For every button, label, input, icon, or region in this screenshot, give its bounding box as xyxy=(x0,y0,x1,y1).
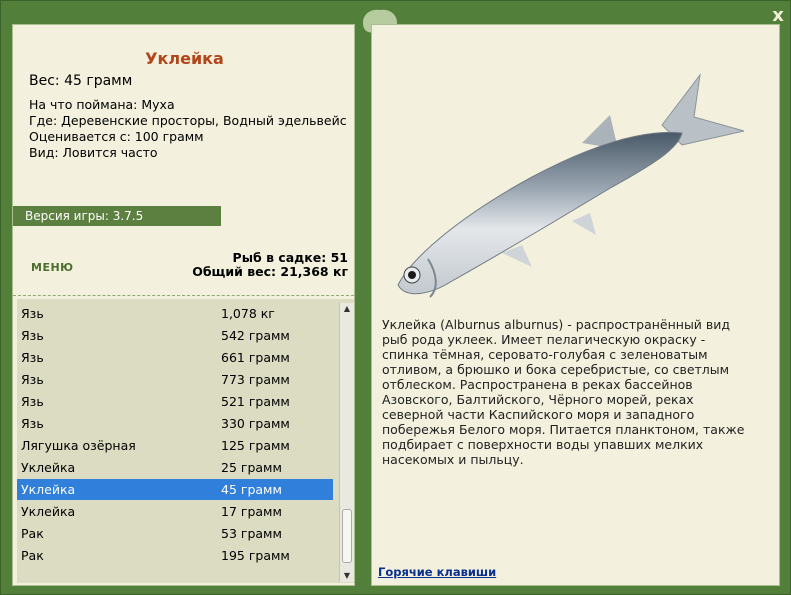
catch-list-item[interactable]: Язь 521 грамм xyxy=(17,391,333,412)
scroll-down-arrow-icon[interactable]: ▼ xyxy=(340,570,354,582)
hotkeys-link[interactable]: Горячие клавиши xyxy=(378,565,496,579)
catch-item-weight: 195 грамм xyxy=(221,548,290,563)
catch-list-item[interactable]: Язь 542 грамм xyxy=(17,325,333,346)
fish-description: Уклейка (Alburnus alburnus) - распростра… xyxy=(382,317,745,467)
scroll-thumb[interactable] xyxy=(342,509,352,563)
divider xyxy=(13,295,354,296)
catch-item-weight: 542 грамм xyxy=(221,328,290,343)
catch-list-item[interactable]: Рак 195 грамм xyxy=(17,545,333,566)
version-badge: Версия игры: 3.7.5 xyxy=(13,206,221,226)
frequency-text: Вид: Ловится часто xyxy=(29,145,158,160)
catch-item-weight: 25 грамм xyxy=(221,460,282,475)
menu-button[interactable]: МЕНЮ xyxy=(31,261,74,274)
location-text: Где: Деревенские просторы, Водный эдельв… xyxy=(29,113,347,128)
catch-item-weight: 125 грамм xyxy=(221,438,290,453)
valued-from-text: Оценивается с: 100 грамм xyxy=(29,129,204,144)
catch-item-name: Уклейка xyxy=(21,460,76,475)
catch-list-item[interactable]: Лягушка озёрная 125 грамм xyxy=(17,435,333,456)
catch-item-weight: 45 грамм xyxy=(221,482,282,497)
catch-list-item[interactable]: Уклейка 17 грамм xyxy=(17,501,333,522)
catch-item-name: Уклейка xyxy=(21,482,76,497)
catch-item-weight: 661 грамм xyxy=(221,350,290,365)
scroll-up-arrow-icon[interactable]: ▲ xyxy=(340,303,354,315)
catch-list-item[interactable]: Рак 53 грамм xyxy=(17,523,333,544)
caught-on-text: На что поймана: Муха xyxy=(29,97,175,112)
catch-item-weight: 521 грамм xyxy=(221,394,290,409)
catch-item-weight: 53 грамм xyxy=(221,526,282,541)
catch-list[interactable]: ▲ ▼ Язь 1,078 кг Язь 542 грамм Язь 661 грамм Я… xyxy=(17,299,354,583)
fish-name-title: Уклейка xyxy=(145,49,224,68)
fish-description-panel: Уклейка (Alburnus alburnus) - распростра… xyxy=(371,24,780,586)
list-scrollbar[interactable]: ▲ ▼ xyxy=(339,303,354,582)
bleak-fish-image xyxy=(397,73,745,298)
catch-item-weight: 330 грамм xyxy=(221,416,290,431)
catch-list-item[interactable]: Уклейка 25 грамм xyxy=(17,457,333,478)
catch-item-name: Рак xyxy=(21,526,44,541)
catch-stats: Рыб в садке: 51 Общий вес: 21,368 кг xyxy=(192,251,348,279)
catch-list-item[interactable]: Уклейка 45 грамм xyxy=(17,479,333,500)
catch-item-name: Язь xyxy=(21,306,44,321)
catch-item-weight: 773 грамм xyxy=(221,372,290,387)
catch-list-item[interactable]: Язь 661 грамм xyxy=(17,347,333,368)
close-button[interactable]: x xyxy=(768,6,788,26)
fish-details: На что поймана: Муха Где: Деревенские пр… xyxy=(29,97,349,161)
catch-item-name: Лягушка озёрная xyxy=(21,438,136,453)
catch-item-name: Рак xyxy=(21,548,44,563)
catch-list-item[interactable]: Язь 330 грамм xyxy=(17,413,333,434)
catch-item-name: Язь xyxy=(21,394,44,409)
catch-item-name: Язь xyxy=(21,350,44,365)
catch-item-weight: 17 грамм xyxy=(221,504,282,519)
catch-item-name: Уклейка xyxy=(21,504,76,519)
fish-weight: Вес: 45 грамм xyxy=(29,73,133,89)
catch-item-name: Язь xyxy=(21,416,44,431)
catch-item-name: Язь xyxy=(21,328,44,343)
catch-list-item[interactable]: Язь 773 грамм xyxy=(17,369,333,390)
catch-item-weight: 1,078 кг xyxy=(221,306,275,321)
catch-item-name: Язь xyxy=(21,372,44,387)
total-weight: Общий вес: 21,368 кг xyxy=(192,264,348,279)
catch-info-panel: Уклейка Вес: 45 грамм На что поймана: Му… xyxy=(12,24,355,586)
catch-list-item[interactable]: Язь 1,078 кг xyxy=(17,303,333,324)
fish-count: Рыб в садке: 51 xyxy=(232,250,348,265)
